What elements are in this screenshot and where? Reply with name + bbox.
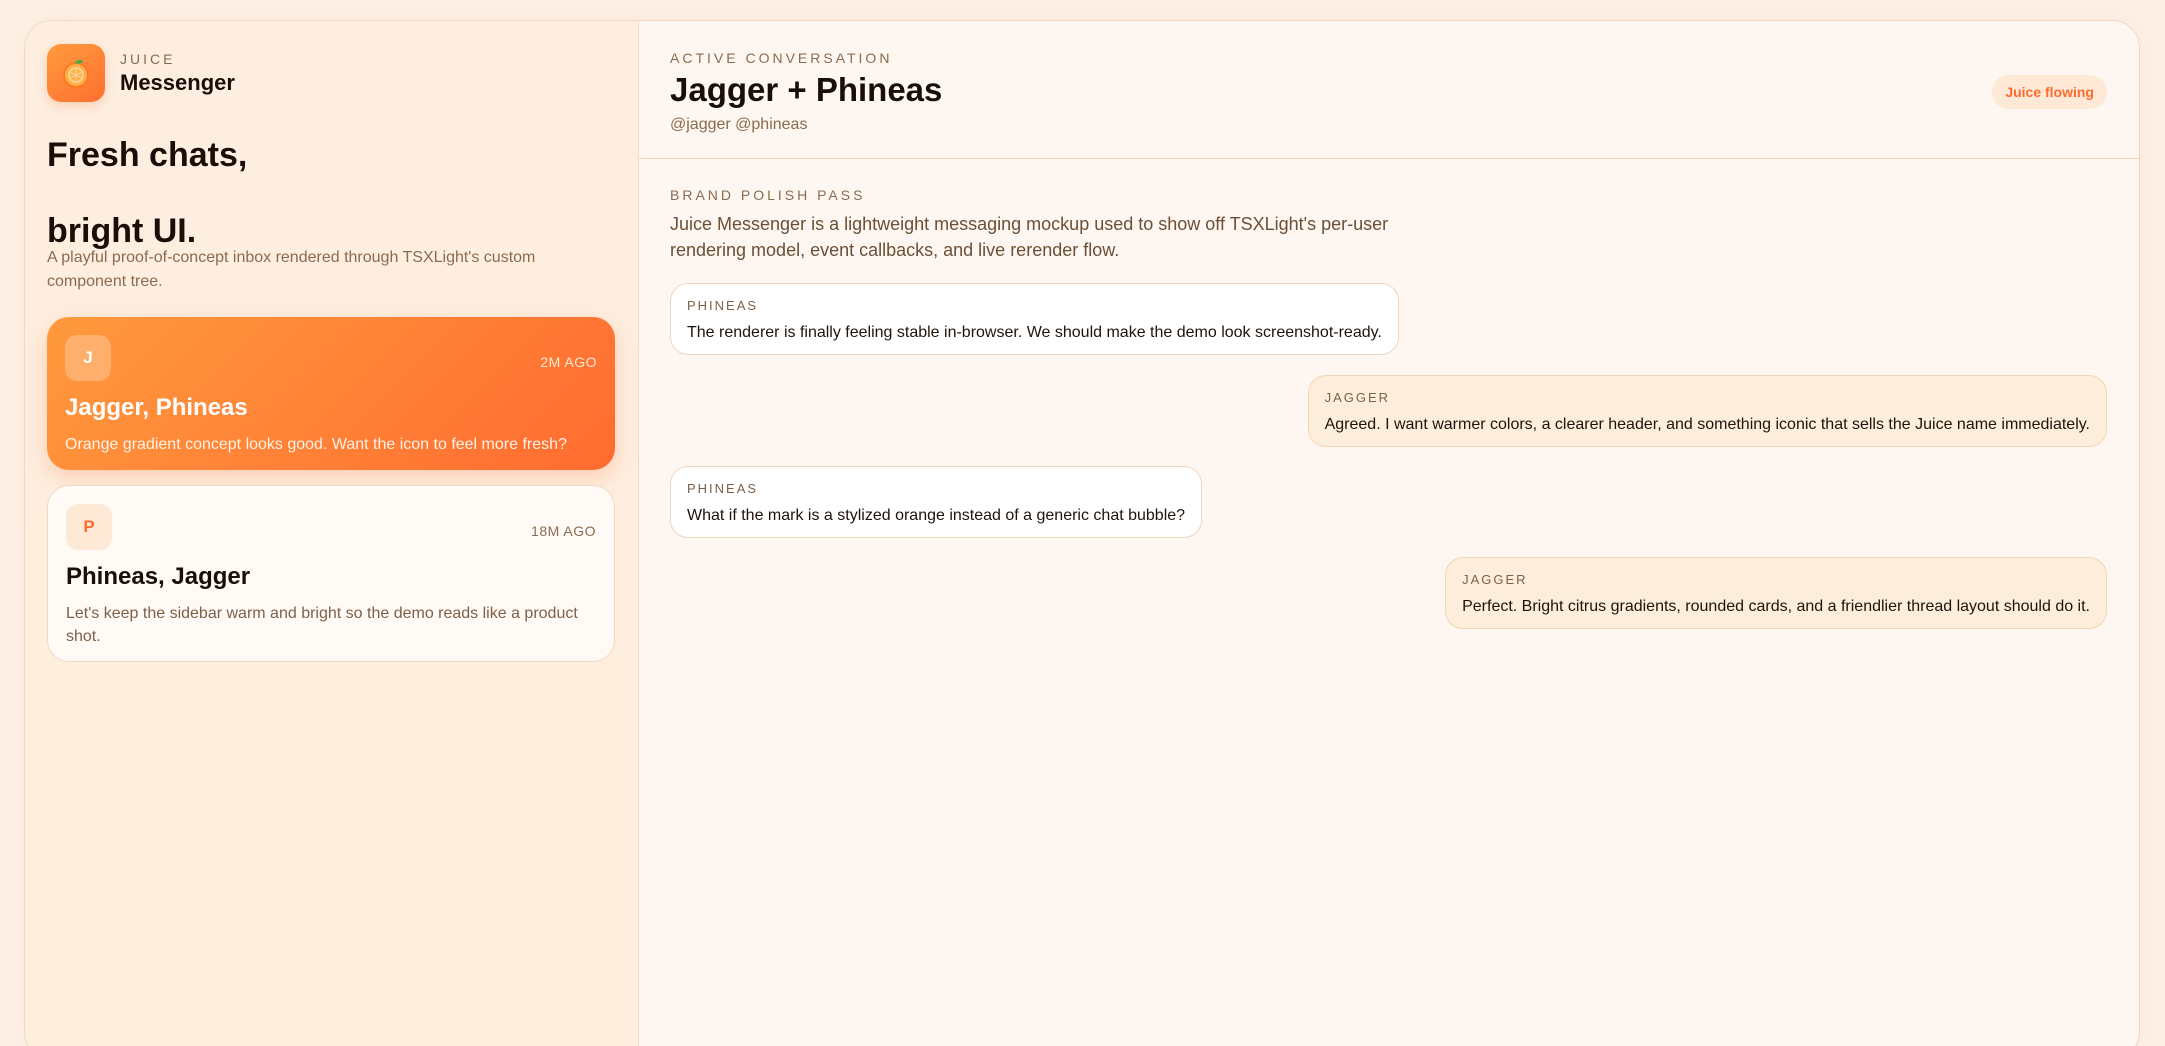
conversation-heading: Jagger + Phineas	[670, 71, 943, 108]
status-badge: Juice flowing	[1992, 75, 2107, 109]
thread-description: Juice Messenger is a lightweight messagi…	[670, 214, 1389, 260]
message-bubble: Phineas The renderer is finally feeling …	[670, 283, 1399, 355]
message-author: Phineas	[687, 481, 759, 496]
participant-handles: @jagger @phineas	[670, 116, 808, 133]
conversation-preview: Orange gradient concept looks good. Want…	[65, 436, 567, 453]
conversation-card[interactable]: P 18m ago Phineas, Jagger Let's keep the…	[47, 485, 615, 662]
message-bubble: Jagger Perfect. Bright citrus gradients,…	[1445, 557, 2107, 629]
sidebar: Juice Messenger Fresh chats, bright UI. …	[25, 21, 639, 1046]
message-author: Phineas	[687, 298, 759, 313]
conversation-title: Jagger, Phineas	[65, 394, 248, 421]
avatar: J	[65, 335, 111, 381]
message-bubble: Jagger Agreed. I want warmer colors, a c…	[1307, 375, 2107, 447]
app-window: Juice Messenger Fresh chats, bright UI. …	[24, 20, 2140, 1046]
message-text: The renderer is finally feeling stable i…	[687, 324, 1382, 341]
conversation-pane: Active conversation Jagger + Phineas @ja…	[639, 21, 2139, 1046]
conversation-header: Active conversation Jagger + Phineas @ja…	[639, 21, 2139, 159]
brand-kicker: Juice	[120, 50, 176, 67]
message-author: Jagger	[1324, 390, 1391, 405]
header-kicker: Active conversation	[670, 50, 893, 66]
conversation-time: 2m ago	[540, 354, 597, 370]
brand: Juice Messenger	[47, 44, 235, 102]
avatar: P	[66, 504, 112, 550]
conversation-time: 18m ago	[531, 523, 596, 539]
message-author: Jagger	[1462, 572, 1528, 587]
conversation-title: Phineas, Jagger	[66, 563, 251, 590]
conversation-preview: Let's keep the sidebar warm and bright s…	[66, 605, 578, 645]
message-text: Agreed. I want warmer colors, a clearer …	[1324, 416, 2090, 433]
orange-icon	[47, 44, 105, 102]
message-text: What if the mark is a stylized orange in…	[687, 507, 1186, 524]
thread-kicker: Brand polish pass	[670, 187, 866, 203]
brand-name: Messenger	[120, 69, 235, 95]
message-text: Perfect. Bright citrus gradients, rounde…	[1462, 598, 2090, 615]
sidebar-subtitle: A playful proof-of-concept inbox rendere…	[47, 249, 536, 290]
message-bubble: Phineas What if the mark is a stylized o…	[670, 466, 1203, 538]
conversation-card-active[interactable]: J 2m ago Jagger, Phineas Orange gradient…	[47, 317, 615, 470]
headline-line-1: Fresh chats,	[47, 136, 248, 174]
